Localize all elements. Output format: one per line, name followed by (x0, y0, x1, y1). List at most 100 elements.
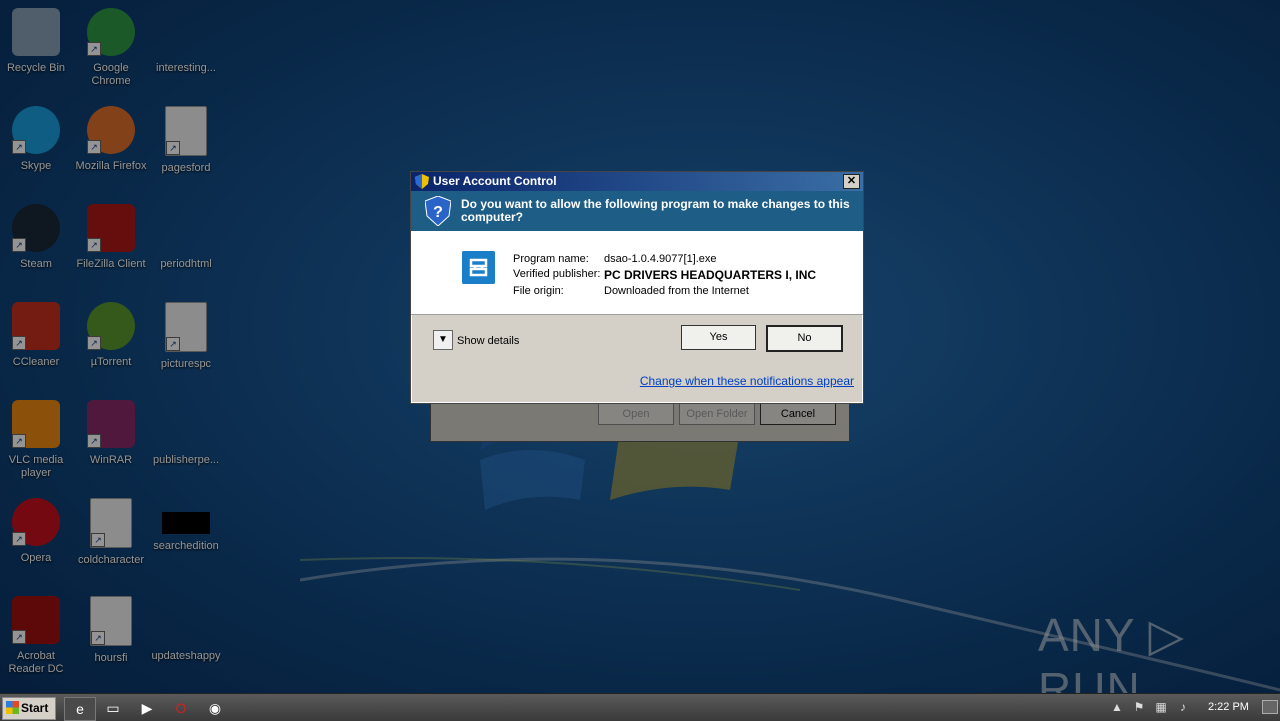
word-document-icon: ↗ (90, 498, 132, 548)
desktop-icon-label: pagesford (161, 162, 211, 174)
desktop-icon[interactable]: ↗ CCleaner (0, 302, 74, 394)
open-button[interactable]: Open (598, 403, 674, 425)
word-document-icon: ↗ (165, 302, 207, 352)
skype-icon: ↗ (12, 106, 60, 154)
acrobat-icon: ↗ (12, 596, 60, 644)
chrome-icon[interactable]: ◉ (200, 697, 230, 719)
desktop-icon-label: CCleaner (12, 356, 60, 368)
windows-flag-icon (6, 701, 19, 714)
uac-question: Do you want to allow the following progr… (461, 197, 850, 224)
shortcut-arrow-icon: ↗ (166, 141, 180, 155)
desktop-icon[interactable]: ↗ pagesford (148, 106, 224, 198)
desktop-icon-label: FileZilla Client (76, 258, 146, 270)
shortcut-arrow-icon: ↗ (87, 140, 101, 154)
desktop-icon-label: updateshappy (151, 650, 221, 662)
desktop-icon-label: interesting... (156, 62, 216, 74)
show-desktop-button[interactable] (1262, 700, 1278, 714)
clock[interactable]: 2:22 PM (1208, 701, 1249, 713)
publisher-label: Verified publisher: (513, 268, 601, 280)
program-name-value: dsao-1.0.4.9077[1].exe (604, 253, 717, 265)
desktop-icon[interactable]: ↗ WinRAR (73, 400, 149, 492)
publisher-value: PC DRIVERS HEADQUARTERS I, INC (604, 268, 817, 282)
question-shield-icon: ? (425, 196, 451, 226)
desktop-icon[interactable]: periodhtml (148, 204, 224, 296)
uac-dialog: User Account Control ✕ ? Do you want to … (410, 171, 864, 404)
shortcut-arrow-icon: ↗ (12, 630, 26, 644)
origin-label: File origin: (513, 285, 564, 297)
desktop-icon[interactable]: searchedition (148, 498, 224, 590)
cancel-button[interactable]: Cancel (760, 403, 836, 425)
program-icon (462, 251, 495, 284)
desktop-icon[interactable]: ↗ hoursfi (73, 596, 149, 688)
show-details-label[interactable]: Show details (457, 335, 519, 347)
uac-shield-icon (415, 174, 429, 189)
desktop-icon[interactable]: publisherpe... (148, 400, 224, 492)
desktop-icon-label: Mozilla Firefox (75, 160, 147, 172)
tray-expand-icon[interactable]: ▲ (1110, 699, 1124, 715)
shortcut-arrow-icon: ↗ (12, 434, 26, 448)
desktop-icon[interactable]: ↗ FileZilla Client (73, 204, 149, 296)
start-label: Start (21, 701, 49, 715)
start-button[interactable]: Start (2, 697, 56, 720)
desktop-icon-label: µTorrent (90, 356, 132, 368)
show-details-toggle[interactable]: ▼ (433, 330, 453, 350)
desktop-icon-label: VLC media player (8, 454, 64, 479)
svg-text:?: ? (433, 204, 443, 221)
desktop-icon[interactable]: ↗ Acrobat Reader DC (0, 596, 74, 688)
program-name-label: Program name: (513, 253, 589, 265)
desktop-icon[interactable]: ↗ µTorrent (73, 302, 149, 394)
recycle-bin-icon (12, 8, 60, 56)
firefox-icon: ↗ (87, 106, 135, 154)
desktop-icon-label: Skype (20, 160, 52, 172)
origin-value: Downloaded from the Internet (604, 285, 749, 297)
open-folder-button[interactable]: Open Folder (679, 403, 755, 425)
desktop-icon[interactable]: interesting... (148, 8, 224, 100)
desktop-icon-label: coldcharacter (77, 554, 145, 566)
folder-icon (162, 8, 210, 56)
desktop-icon[interactable]: Recycle Bin (0, 8, 74, 100)
word-document-icon: ↗ (90, 596, 132, 646)
internet-explorer-icon[interactable]: e (64, 697, 96, 721)
desktop-icon[interactable]: ↗ Skype (0, 106, 74, 198)
folder-icon[interactable]: ▭ (98, 697, 128, 719)
uac-body: Program name: dsao-1.0.4.9077[1].exe Ver… (411, 231, 863, 315)
desktop-icon[interactable]: ↗ picturespc (148, 302, 224, 394)
desktop-icon[interactable]: ↗ coldcharacter (73, 498, 149, 590)
desktop-icon-label: searchedition (153, 540, 219, 552)
uac-header: ? Do you want to allow the following pro… (411, 191, 863, 231)
desktop-icon[interactable]: ↗ VLC media player (0, 400, 74, 492)
desktop-icon-label: Opera (20, 552, 52, 564)
desktop-icon-label: periodhtml (160, 258, 212, 270)
desktop-icon-label: Steam (20, 258, 52, 270)
black-file-icon (162, 512, 210, 534)
network-icon[interactable]: ▦ (1154, 699, 1168, 715)
action-center-icon[interactable]: ⚑ (1132, 699, 1146, 715)
chrome-icon: ↗ (87, 8, 135, 56)
uac-titlebar: User Account Control ✕ (411, 172, 863, 191)
uac-footer: ▼ Show details Yes No Change when these … (411, 315, 863, 403)
shortcut-arrow-icon: ↗ (12, 238, 26, 252)
shortcut-arrow-icon: ↗ (87, 336, 101, 350)
uac-title: User Account Control (433, 174, 557, 188)
word-document-icon: ↗ (165, 106, 207, 156)
file-icon (162, 400, 210, 448)
change-notifications-link[interactable]: Change when these notifications appear (640, 374, 854, 388)
desktop-icon[interactable]: updateshappy (148, 596, 224, 688)
file-icon (162, 204, 210, 252)
media-player-icon[interactable]: ▶ (132, 697, 162, 719)
desktop-icon[interactable]: ↗ Mozilla Firefox (73, 106, 149, 198)
desktop-icon-label: hoursfi (94, 652, 128, 664)
desktop-icon[interactable]: ↗ Opera (0, 498, 74, 590)
yes-button[interactable]: Yes (681, 325, 756, 350)
close-button[interactable]: ✕ (843, 174, 860, 189)
volume-icon[interactable]: ♪ (1176, 699, 1190, 715)
no-button[interactable]: No (766, 325, 843, 352)
ccleaner-icon: ↗ (12, 302, 60, 350)
desktop-icon[interactable]: ↗ Steam (0, 204, 74, 296)
desktop-icon[interactable]: ↗ Google Chrome (73, 8, 149, 100)
winrar-icon: ↗ (87, 400, 135, 448)
opera-icon[interactable]: O (166, 697, 196, 719)
desktop-icon-label: Google Chrome (91, 62, 131, 87)
shortcut-arrow-icon: ↗ (166, 337, 180, 351)
shortcut-arrow-icon: ↗ (12, 336, 26, 350)
